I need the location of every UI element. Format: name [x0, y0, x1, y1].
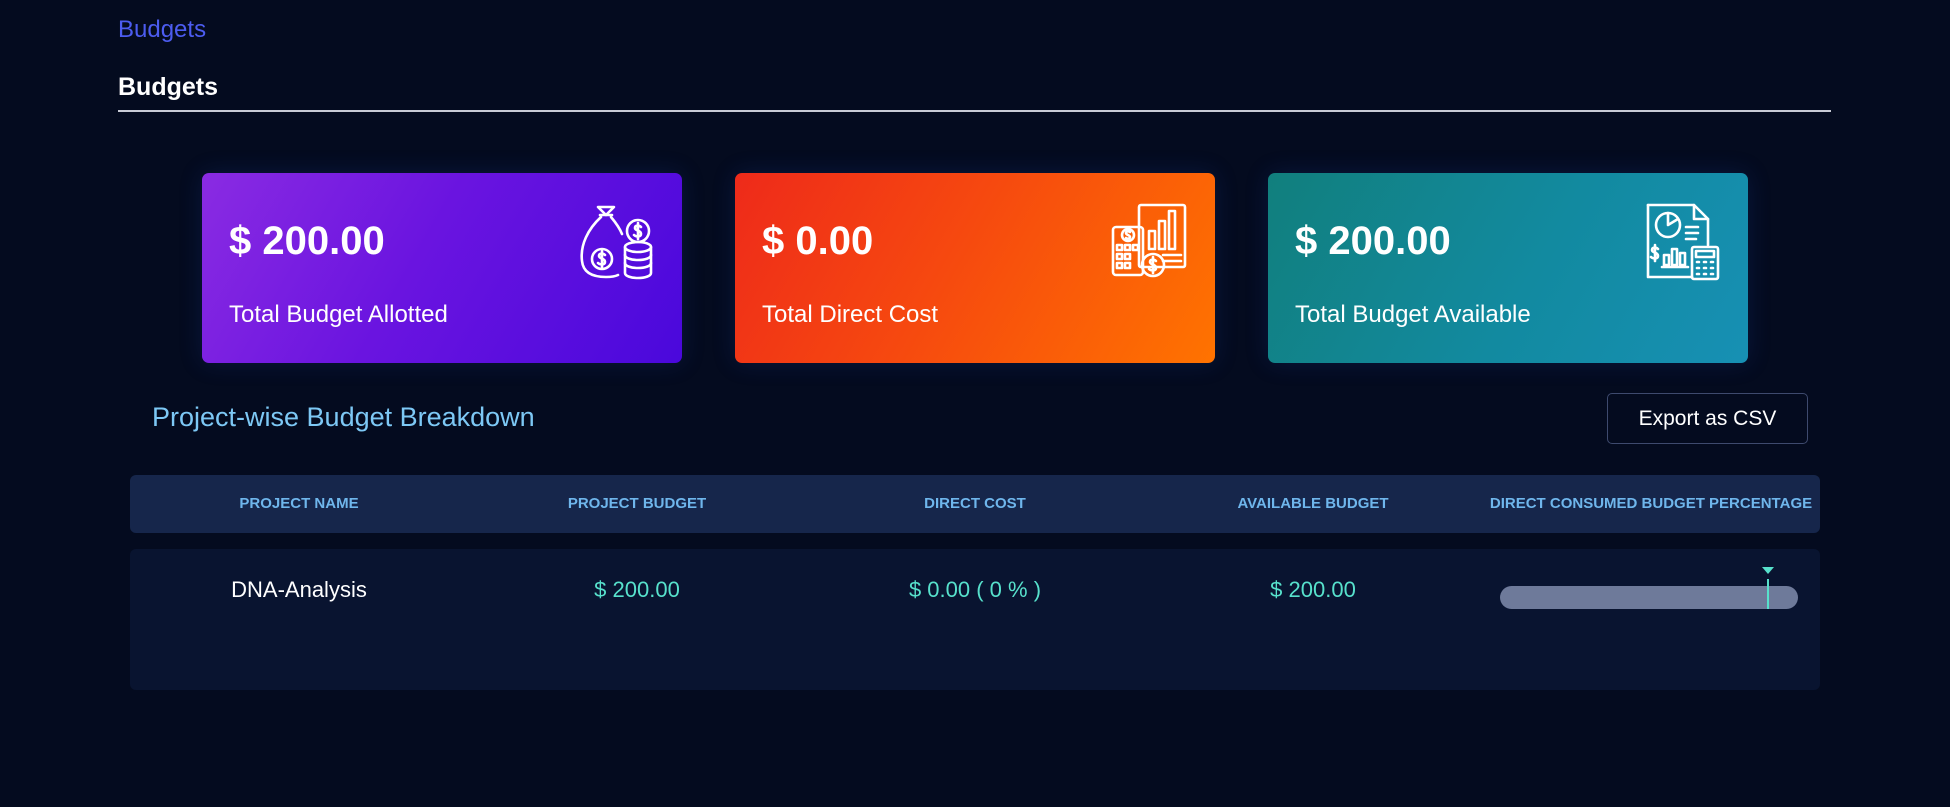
- cell-available-budget: $ 200.00: [1270, 577, 1356, 602]
- cell-direct-cost: $ 0.00 ( 0 % ): [908, 577, 1042, 602]
- total-direct-cost-card: $ 0.00 Total Direct Cost: [735, 173, 1215, 363]
- progress-track: [1500, 586, 1798, 609]
- table-row[interactable]: DNA-Analysis $ 200.00 $ 0.00 ( 0 % ) $ 2…: [130, 549, 1820, 690]
- total-budget-available-card: $ 200.00 Total Budget Available: [1268, 173, 1748, 363]
- total-budget-available-value: $ 200.00: [1295, 219, 1451, 263]
- total-direct-cost-value: $ 0.00: [762, 219, 874, 263]
- money-bag-coins-icon: [576, 201, 656, 281]
- total-budget-allotted-card: $ 200.00 Total Budget Allotted: [202, 173, 682, 363]
- calculator-chart-icon: [1109, 201, 1189, 281]
- cell-project-name[interactable]: DNA-Analysis: [130, 575, 468, 605]
- total-budget-allotted-label: Total Budget Allotted: [229, 301, 448, 328]
- budgets-page: Budgets Budgets $ 200.00 Total Budget Al…: [0, 0, 1950, 807]
- page-title: Budgets: [118, 73, 218, 101]
- export-csv-button[interactable]: Export as CSV: [1607, 393, 1808, 444]
- cell-project-budget: $ 200.00: [594, 577, 680, 602]
- column-header-project-budget[interactable]: PROJECT BUDGET: [468, 475, 806, 533]
- column-header-available-budget[interactable]: AVAILABLE BUDGET: [1144, 475, 1482, 533]
- column-header-consumed-percentage[interactable]: DIRECT CONSUMED BUDGET PERCENTAGE: [1482, 475, 1820, 533]
- total-budget-available-label: Total Budget Available: [1295, 301, 1531, 328]
- report-calculator-icon: [1642, 201, 1722, 281]
- total-direct-cost-label: Total Direct Cost: [762, 301, 939, 328]
- column-header-project-name[interactable]: PROJECT NAME: [130, 475, 468, 533]
- column-header-direct-cost[interactable]: DIRECT COST: [806, 475, 1144, 533]
- table-header: PROJECT NAME PROJECT BUDGET DIRECT COST …: [130, 475, 1820, 533]
- consumed-budget-progress: [1500, 567, 1798, 609]
- progress-marker-icon: [1761, 567, 1775, 609]
- breakdown-section-title: Project-wise Budget Breakdown: [152, 402, 535, 432]
- title-divider: [118, 110, 1831, 112]
- breadcrumb-budgets-link[interactable]: Budgets: [118, 16, 206, 44]
- total-budget-allotted-value: $ 200.00: [229, 219, 385, 263]
